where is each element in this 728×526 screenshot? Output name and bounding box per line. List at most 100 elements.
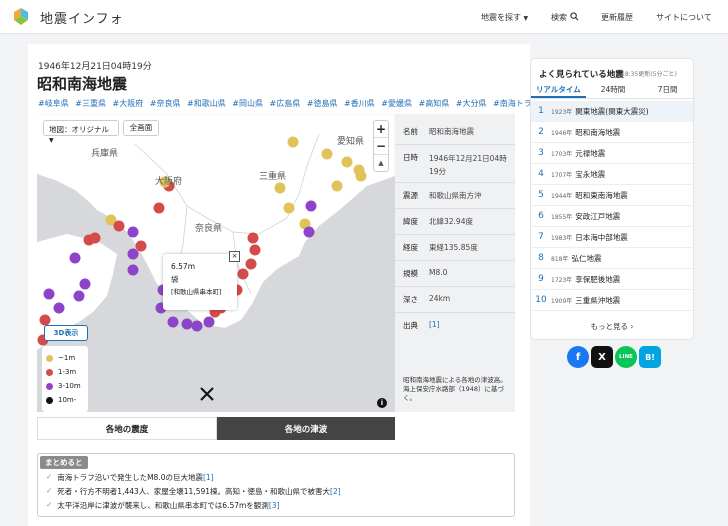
tag-link[interactable]: #香川県 bbox=[344, 99, 375, 108]
tsunami-marker[interactable] bbox=[283, 202, 295, 214]
ranking-item[interactable]: 5 1944年 昭和東南海地震 bbox=[531, 185, 693, 206]
tsunami-marker[interactable] bbox=[181, 318, 193, 330]
more-link[interactable]: もっと見る › bbox=[531, 321, 693, 332]
summary-ref-link[interactable]: [1] bbox=[203, 473, 214, 482]
tsunami-marker[interactable] bbox=[127, 264, 139, 276]
tab-24h[interactable]: 24時間 bbox=[586, 83, 641, 98]
tsunami-marker[interactable] bbox=[43, 288, 55, 300]
tag-link[interactable]: #大阪府 bbox=[113, 99, 144, 108]
site-logo[interactable]: 地震インフォ bbox=[12, 7, 124, 27]
rank-title: 享保肥後地震 bbox=[575, 274, 621, 284]
tsunami-marker[interactable] bbox=[355, 170, 367, 182]
hatena-share-button[interactable]: B! bbox=[639, 346, 661, 368]
map-type-select[interactable]: 地図：オリジナル ▼ bbox=[43, 120, 119, 144]
nav-search-quake[interactable]: 地震を探す ▼ bbox=[481, 12, 528, 23]
tsunami-marker[interactable] bbox=[153, 202, 165, 214]
tag-link[interactable]: #和歌山県 bbox=[187, 99, 226, 108]
search-icon bbox=[569, 12, 579, 21]
ranking-item[interactable]: 9 1723年 享保肥後地震 bbox=[531, 269, 693, 290]
info-value: 24km bbox=[429, 294, 451, 303]
info-row-depth: 深さ 24km bbox=[403, 294, 450, 305]
info-row-longitude: 経度 東経135.85度 bbox=[403, 242, 478, 253]
ranking-item[interactable]: 3 1703年 元禄地震 bbox=[531, 143, 693, 164]
map-label-aichi: 愛知県 bbox=[337, 135, 364, 147]
tag-link[interactable]: #高知県 bbox=[419, 99, 450, 108]
info-icon[interactable]: i bbox=[377, 398, 387, 408]
ranking-item[interactable]: 8 818年 弘仁地震 bbox=[531, 248, 693, 269]
rank-year: 1855年 bbox=[551, 213, 573, 221]
rank-year: 1703年 bbox=[551, 150, 573, 158]
tag-link[interactable]: #岡山県 bbox=[232, 99, 263, 108]
tsunami-marker[interactable] bbox=[69, 252, 81, 264]
tsunami-marker[interactable] bbox=[79, 278, 91, 290]
3d-view-button[interactable]: 3D表示 bbox=[44, 325, 88, 341]
tsunami-marker[interactable] bbox=[331, 180, 343, 192]
tsunami-marker[interactable] bbox=[167, 316, 179, 328]
nav-history[interactable]: 更新履歴 bbox=[601, 12, 633, 23]
zoom-out-button[interactable]: − bbox=[374, 138, 388, 155]
tsunami-marker[interactable] bbox=[305, 200, 317, 212]
tsunami-marker[interactable] bbox=[245, 258, 257, 270]
line-share-button[interactable]: LINE bbox=[615, 346, 637, 368]
tsunami-marker[interactable] bbox=[83, 234, 95, 246]
nav-search[interactable]: 検索 bbox=[551, 12, 579, 23]
x-share-button[interactable]: X bbox=[591, 346, 613, 368]
tsunami-marker[interactable] bbox=[135, 240, 147, 252]
ranking-item[interactable]: 6 1855年 安政江戸地震 bbox=[531, 206, 693, 227]
legend-label: ~1m bbox=[58, 354, 76, 362]
ranking-item[interactable]: 1 1923年 関東地震(関東大震災) bbox=[531, 101, 693, 122]
info-key: 名前 bbox=[403, 127, 418, 136]
nav-about[interactable]: サイトについて bbox=[656, 12, 712, 23]
tsunami-map[interactable]: 兵庫県 愛知県 三重県 奈良県 大阪府 地図：オリジナル ▼ 全画面 + − ▲… bbox=[37, 114, 395, 412]
info-key: 震源 bbox=[403, 191, 418, 200]
tsunami-marker[interactable] bbox=[287, 136, 299, 148]
tsunami-marker[interactable] bbox=[73, 290, 85, 302]
tab-tsunami[interactable]: 各地の津波 bbox=[217, 417, 395, 440]
map-type-label: 地図：オリジナル bbox=[49, 125, 109, 134]
summary-ref-link[interactable]: [2] bbox=[330, 487, 341, 496]
tsunami-marker[interactable] bbox=[203, 316, 215, 328]
tsunami-marker[interactable] bbox=[53, 302, 65, 314]
tsunami-marker[interactable] bbox=[321, 148, 333, 160]
tag-link[interactable]: #愛媛県 bbox=[381, 99, 412, 108]
logo-text: 地震インフォ bbox=[40, 11, 124, 27]
tsunami-marker[interactable] bbox=[249, 244, 261, 256]
tsunami-marker[interactable] bbox=[39, 314, 51, 326]
map-label-osaka: 大阪府 bbox=[155, 175, 182, 187]
rank-year: 1923年 bbox=[551, 108, 573, 116]
tsunami-marker[interactable] bbox=[341, 156, 353, 168]
tab-intensity[interactable]: 各地の震度 bbox=[37, 417, 217, 440]
tsunami-marker[interactable] bbox=[127, 248, 139, 260]
tsunami-marker[interactable] bbox=[237, 268, 249, 280]
zoom-in-button[interactable]: + bbox=[374, 121, 388, 138]
tsunami-marker[interactable] bbox=[303, 226, 315, 238]
facebook-share-button[interactable]: f bbox=[567, 346, 589, 368]
tab-realtime[interactable]: リアルタイム bbox=[531, 83, 586, 98]
tag-link[interactable]: #奈良県 bbox=[150, 99, 181, 108]
tag-link[interactable]: #広島県 bbox=[270, 99, 301, 108]
ranking-item[interactable]: 2 1946年 昭和南海地震 bbox=[531, 122, 693, 143]
tsunami-marker[interactable] bbox=[274, 182, 286, 194]
tsunami-marker[interactable] bbox=[191, 320, 203, 332]
info-row-magnitude: 規模 M8.0 bbox=[403, 268, 447, 279]
close-icon[interactable]: × bbox=[229, 251, 240, 262]
tsunami-marker[interactable] bbox=[113, 220, 125, 232]
tag-link[interactable]: #三重県 bbox=[75, 99, 106, 108]
source-link[interactable]: [1] bbox=[429, 320, 440, 331]
ranking-item[interactable]: 10 1909年 三重県沖地震 bbox=[531, 290, 693, 311]
rank-number: 4 bbox=[538, 169, 544, 179]
tag-link[interactable]: #大分県 bbox=[456, 99, 487, 108]
ranking-item[interactable]: 7 1983年 日本海中部地震 bbox=[531, 227, 693, 248]
nav-search-quake-label: 地震を探す bbox=[481, 13, 521, 22]
fullscreen-button[interactable]: 全画面 bbox=[123, 120, 159, 136]
tsunami-marker[interactable] bbox=[247, 232, 259, 244]
compass-icon[interactable]: ▲ bbox=[374, 155, 388, 171]
tag-link[interactable]: #徳島県 bbox=[307, 99, 338, 108]
summary-ref-link[interactable]: [3] bbox=[269, 501, 280, 510]
tag-link[interactable]: #岐阜県 bbox=[38, 99, 69, 108]
legend-label: 10m- bbox=[58, 396, 77, 404]
tsunami-marker[interactable] bbox=[127, 226, 139, 238]
check-icon: ✓ bbox=[46, 500, 53, 509]
tab-7d[interactable]: 7日間 bbox=[640, 83, 695, 98]
ranking-item[interactable]: 4 1707年 宝永地震 bbox=[531, 164, 693, 185]
